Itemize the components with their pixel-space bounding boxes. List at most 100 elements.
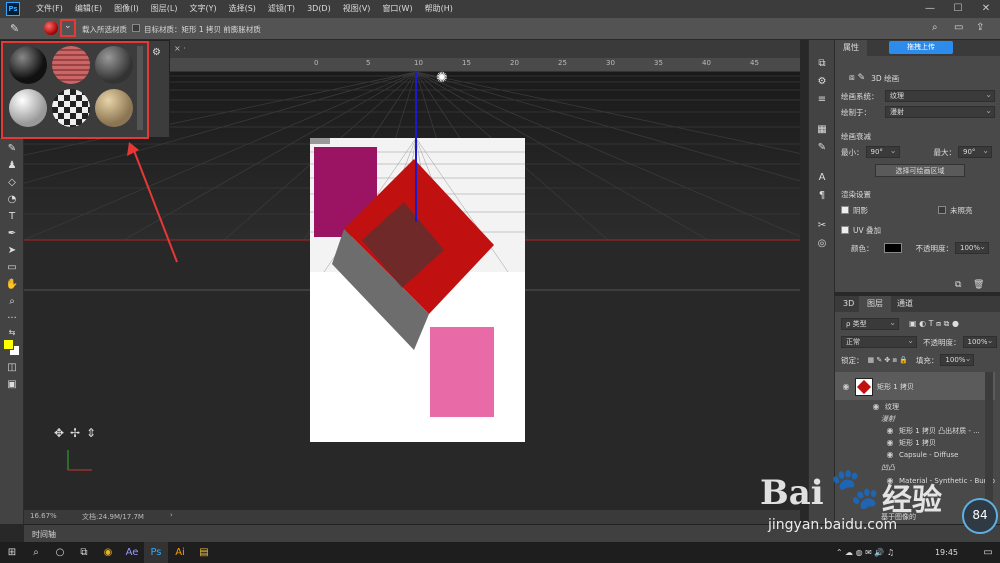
layer-sub-name[interactable]: 矩形 1 拷贝 凸出材质 - ...: [899, 426, 980, 436]
speed-widget[interactable]: 84: [962, 498, 998, 534]
uv-overlay-checkbox[interactable]: [841, 226, 849, 234]
eye-icon[interactable]: ◉: [841, 382, 851, 391]
uv-opacity-field[interactable]: 100%: [955, 241, 989, 254]
tray-icons[interactable]: ⌃ ☁ ◍ ✉ 🔊 ♫: [795, 542, 935, 563]
history-icon[interactable]: ⧉: [809, 54, 835, 72]
tab-layers[interactable]: 图层: [859, 296, 891, 312]
dodge-tool-icon[interactable]: ◔: [0, 191, 24, 208]
render-icon[interactable]: ⧉: [955, 280, 961, 290]
layer-opacity-field[interactable]: 100%: [962, 335, 997, 348]
paint-system-dropdown[interactable]: 纹理: [885, 89, 995, 102]
layer-filter-dropdown[interactable]: ρ 类型: [841, 317, 899, 330]
shadow-checkbox[interactable]: [841, 206, 849, 214]
load-checkbox[interactable]: [132, 24, 140, 32]
adjust-icon[interactable]: ⚙: [809, 72, 835, 90]
material-swatch-checker[interactable]: [52, 89, 90, 127]
menu-select[interactable]: 选择(S): [223, 0, 262, 18]
search-icon[interactable]: ⌕: [24, 542, 48, 563]
layer-name[interactable]: 矩形 1 拷贝: [877, 382, 914, 392]
material-sphere-icon[interactable]: [44, 21, 58, 35]
eraser-tool-icon[interactable]: ◇: [0, 174, 24, 191]
material-swatch-black[interactable]: [9, 46, 47, 84]
3d-dolly-icon[interactable]: ⇕: [86, 426, 96, 440]
max-angle-field[interactable]: 90°: [958, 145, 992, 158]
status-menu-arrow[interactable]: ›: [170, 511, 173, 519]
layer-sub-name[interactable]: 漫射: [881, 414, 895, 424]
tab-channels[interactable]: 通道: [889, 296, 921, 312]
color-swatches[interactable]: [0, 337, 24, 359]
workspace-icon[interactable]: ▭: [954, 22, 963, 33]
task-view-icon[interactable]: ⧉: [72, 542, 96, 563]
brush-settings-icon[interactable]: ✎: [809, 138, 835, 156]
eye-icon[interactable]: ◉: [885, 426, 895, 435]
libraries-icon[interactable]: ▦: [809, 120, 835, 138]
quick-mask-icon[interactable]: ◫: [0, 359, 24, 376]
type-tool-icon[interactable]: T: [0, 208, 24, 225]
screen-mode-icon[interactable]: ▣: [0, 376, 24, 393]
windows-start-icon[interactable]: ⊞: [0, 542, 24, 563]
clock[interactable]: 19:45: [935, 548, 958, 557]
menu-help[interactable]: 帮助(H): [419, 0, 459, 18]
sliders-icon[interactable]: ≡: [809, 90, 835, 108]
chrome-icon[interactable]: ◉: [96, 542, 120, 563]
fill-field[interactable]: 100%: [940, 353, 975, 366]
minimize-button[interactable]: —: [916, 0, 944, 18]
close-button[interactable]: ✕: [972, 0, 1000, 18]
uv-color-swatch[interactable]: [883, 243, 902, 253]
layers-scrollbar[interactable]: [985, 372, 993, 520]
blend-mode-dropdown[interactable]: 正常: [841, 335, 917, 348]
menu-file[interactable]: 文件(F): [30, 0, 69, 18]
after-effects-icon[interactable]: Ae: [120, 542, 144, 563]
trash-icon[interactable]: 🗑: [973, 280, 984, 290]
menu-image[interactable]: 图像(I): [108, 0, 145, 18]
cortana-icon[interactable]: ○: [48, 542, 72, 563]
eye-icon[interactable]: ◉: [871, 402, 881, 411]
min-angle-field[interactable]: 90°: [865, 145, 900, 158]
swap-colors-icon[interactable]: ⇆: [0, 327, 24, 337]
select-paintable-button[interactable]: 选择可绘画区域: [875, 163, 965, 177]
pen-tool-icon[interactable]: ✒: [0, 225, 24, 242]
load-all-button[interactable]: 载入所选材质: [82, 24, 127, 35]
material-swatch-sand[interactable]: [95, 89, 133, 127]
hand-tool-icon[interactable]: ✋: [0, 276, 24, 293]
popup-scrollbar[interactable]: [137, 46, 143, 130]
menu-view[interactable]: 视图(V): [337, 0, 377, 18]
menu-type[interactable]: 文字(Y): [183, 0, 222, 18]
notification-icon[interactable]: ▭: [976, 542, 1000, 563]
menu-window[interactable]: 窗口(W): [376, 0, 418, 18]
timeline-label[interactable]: 时间轴: [32, 529, 56, 540]
more-tools-icon[interactable]: ···: [0, 310, 24, 327]
paint-on-dropdown[interactable]: 漫射: [885, 105, 995, 118]
menu-3d[interactable]: 3D(D): [301, 0, 337, 18]
character-icon[interactable]: A: [809, 168, 835, 186]
zoom-tool-icon[interactable]: ⌕: [0, 293, 24, 310]
layer-sub-name[interactable]: 纹理: [885, 402, 899, 412]
rectangle-tool-icon[interactable]: ▭: [0, 259, 24, 276]
material-swatch-stone[interactable]: [95, 46, 133, 84]
3d-camera-icon[interactable]: ✺: [436, 70, 448, 86]
share-icon[interactable]: ⇪: [976, 22, 984, 33]
creative-cloud-icon[interactable]: ◎: [809, 234, 835, 252]
menu-layer[interactable]: 图层(L): [145, 0, 184, 18]
illustrator-icon[interactable]: Ai: [168, 542, 192, 563]
filter-icons[interactable]: ▣ ◐ T ⧈ ⧉ ●: [909, 319, 959, 329]
path-select-tool-icon[interactable]: ➤: [0, 242, 24, 259]
layer-sub-name[interactable]: 矩形 1 拷贝: [899, 438, 936, 448]
tab-close-icon[interactable]: × ·: [174, 44, 186, 53]
photoshop-taskbar-icon[interactable]: Ps: [144, 542, 168, 563]
material-swatch-brick[interactable]: [52, 46, 90, 84]
stamp-tool-icon[interactable]: ♟: [0, 157, 24, 174]
3d-pan-icon[interactable]: ✢: [70, 426, 80, 440]
file-explorer-icon[interactable]: ▤: [192, 542, 216, 563]
menu-edit[interactable]: 编辑(E): [69, 0, 108, 18]
zoom-level[interactable]: 16.67%: [30, 512, 57, 520]
tab-properties[interactable]: 属性: [835, 40, 867, 56]
brush-tool-icon[interactable]: ✎: [0, 140, 24, 157]
lock-icons[interactable]: ▦ ✎ ✥ ⧈ 🔒: [868, 356, 908, 365]
3d-orbit-icon[interactable]: ✥: [54, 426, 64, 440]
cloud-upload-button[interactable]: 拖拽上传: [889, 41, 953, 54]
material-swatch-white[interactable]: [9, 89, 47, 127]
search-icon[interactable]: ⌕: [932, 22, 938, 33]
eye-icon[interactable]: ◉: [885, 438, 895, 447]
foreground-color-swatch[interactable]: [3, 339, 14, 350]
